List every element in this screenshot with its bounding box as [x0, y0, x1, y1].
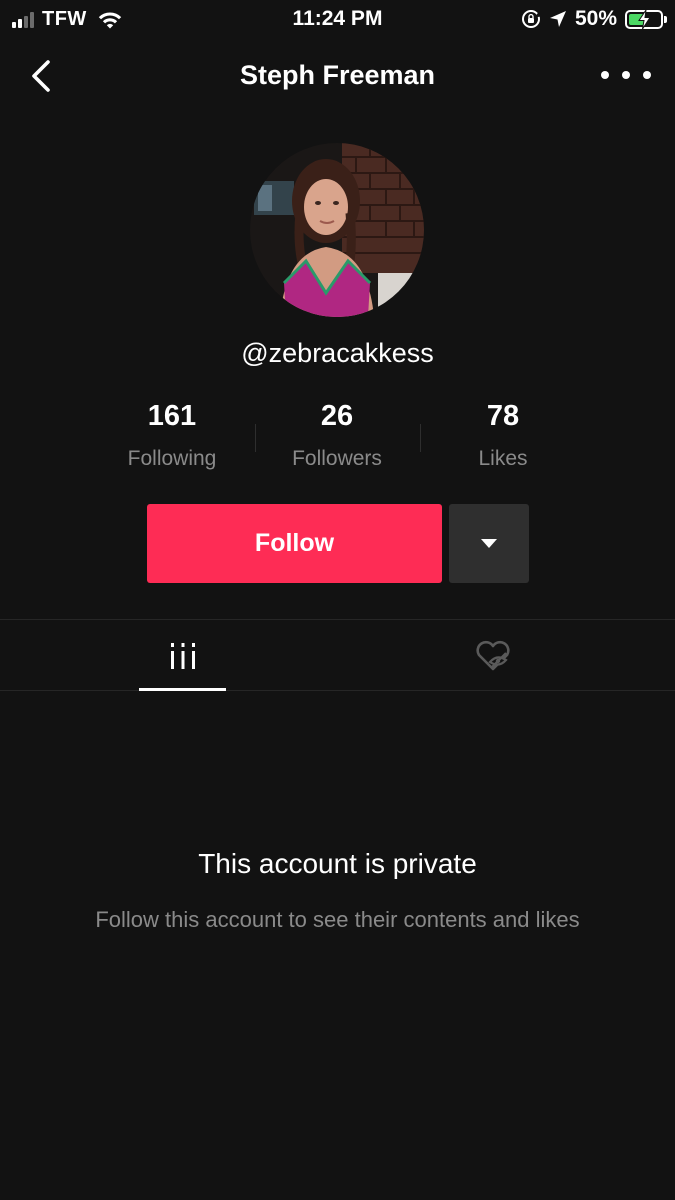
suggested-accounts-dropdown-button[interactable]	[449, 504, 529, 583]
status-right: 50%	[521, 7, 667, 31]
liked-private-icon	[475, 640, 510, 670]
follow-button[interactable]: Follow	[147, 504, 442, 583]
more-dot	[643, 71, 651, 79]
more-horizontal-icon	[601, 71, 609, 79]
caret-down-icon	[481, 539, 497, 548]
location-arrow-icon	[549, 11, 566, 27]
battery-percent: 50%	[574, 7, 617, 30]
stat-value: 26	[320, 400, 354, 432]
private-account-title: This account is private	[198, 848, 477, 879]
private-account-subtitle: Follow this account to see their content…	[95, 907, 580, 932]
more-dot	[622, 71, 630, 79]
stat-value: 161	[147, 400, 197, 432]
stat-label: Following	[127, 447, 217, 470]
tab-videos[interactable]	[139, 620, 226, 691]
profile-tabs	[0, 619, 675, 691]
avatar-image	[250, 143, 424, 317]
stat-followers[interactable]: 26 Followers	[254, 400, 420, 471]
stat-likes[interactable]: 78 Likes	[420, 400, 586, 471]
active-tab-indicator	[139, 688, 226, 691]
battery-charging-icon	[625, 9, 667, 29]
rotation-lock-icon	[521, 10, 541, 28]
profile-header: Steph Freeman	[0, 48, 675, 104]
stat-value: 78	[486, 400, 520, 432]
stat-following[interactable]: 161 Following	[89, 400, 255, 471]
stat-label: Followers	[292, 447, 382, 470]
video-grid-icon	[170, 642, 195, 669]
page-title: Steph Freeman	[239, 60, 436, 90]
tab-liked-videos[interactable]	[449, 620, 536, 691]
avatar[interactable]	[250, 143, 424, 317]
more-options-button[interactable]	[601, 60, 651, 90]
status-bar: TFW 11:24 PM 50%	[0, 0, 675, 38]
username: @zebracakkess	[241, 338, 434, 368]
stat-label: Likes	[478, 447, 528, 470]
